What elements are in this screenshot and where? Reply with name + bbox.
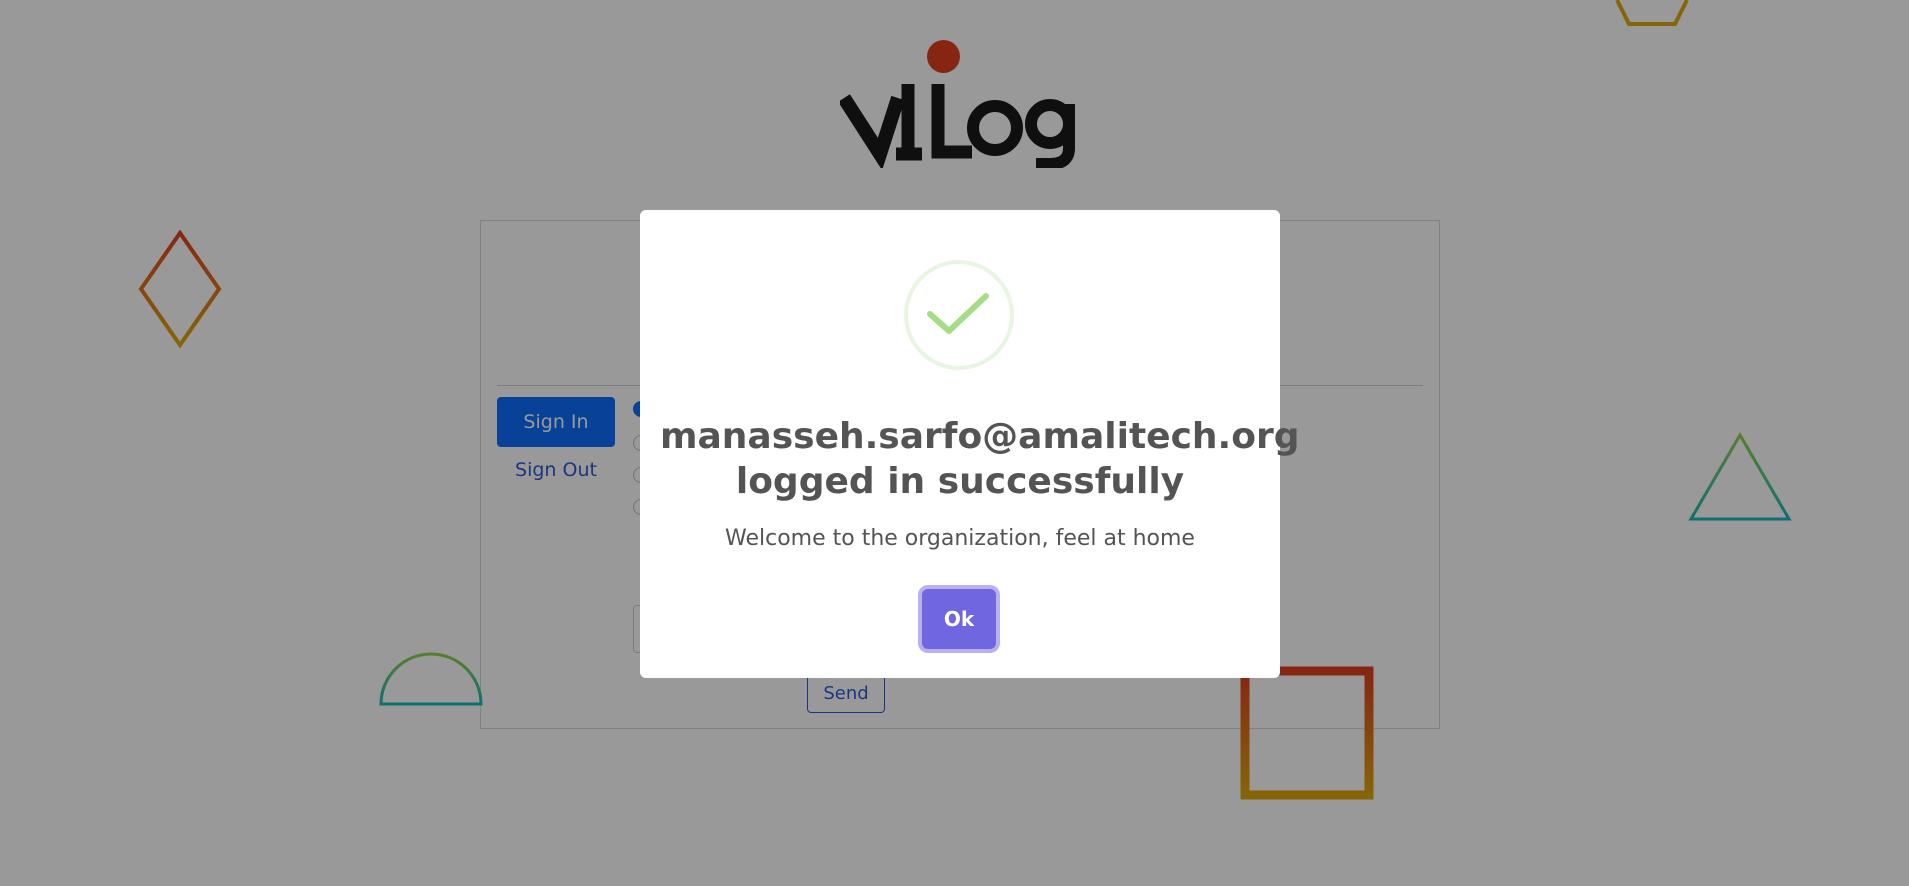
success-check-icon xyxy=(904,260,1014,370)
success-dialog: manasseh.sarfo@amalitech.org logged in s… xyxy=(640,210,1300,678)
ok-button[interactable]: Ok xyxy=(922,589,996,649)
dialog-title: manasseh.sarfo@amalitech.org logged in s… xyxy=(660,416,1300,502)
dialog-message: Welcome to the organization, feel at hom… xyxy=(725,526,1195,551)
check-mark-icon xyxy=(927,293,989,334)
page: Sign In Sign Out Send manasseh.sarfo@ama… xyxy=(0,0,1909,886)
